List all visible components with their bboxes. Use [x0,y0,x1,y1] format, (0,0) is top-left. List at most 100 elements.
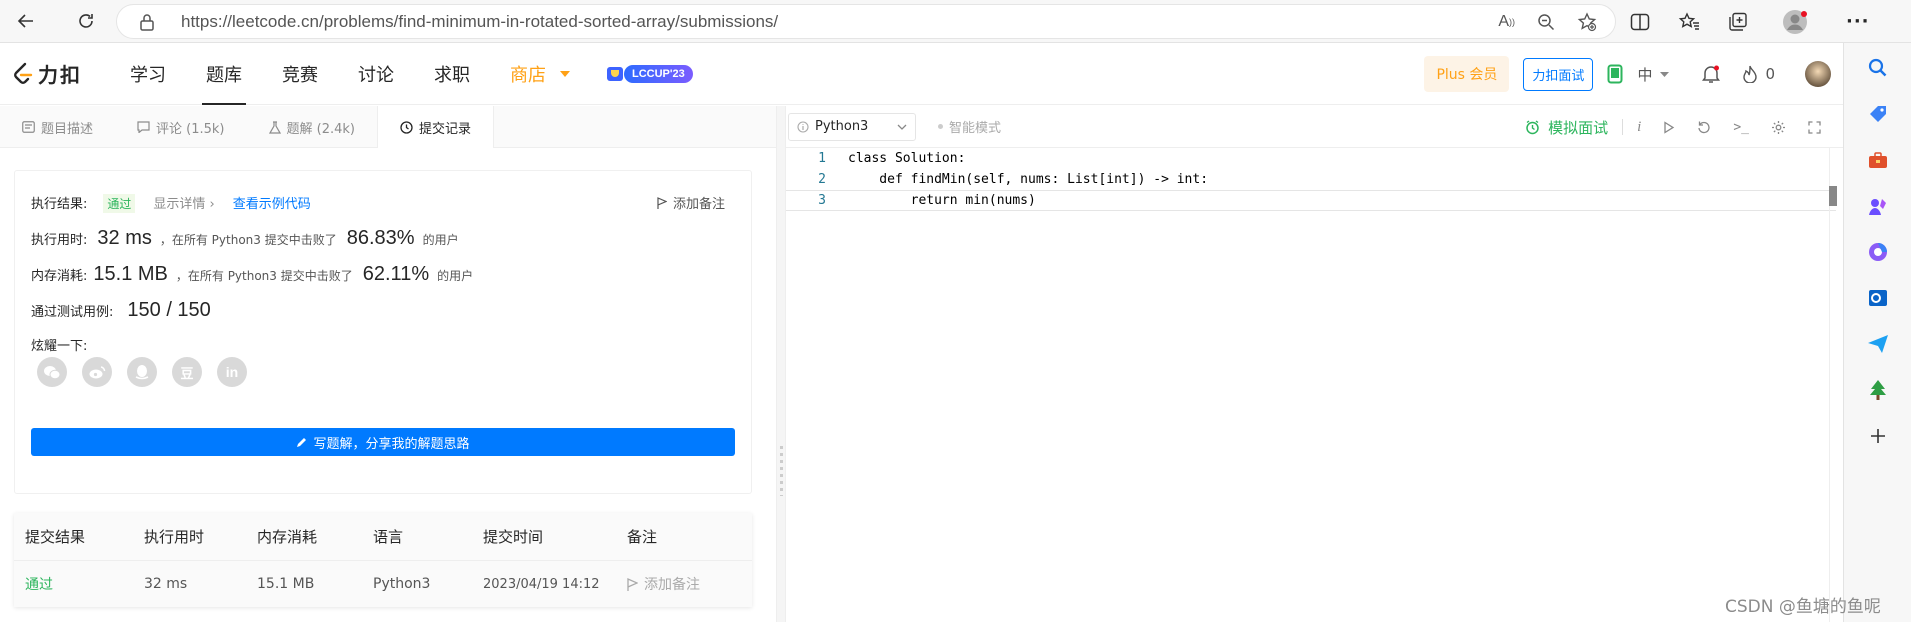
smart-mode-toggle[interactable]: 智能模式 [938,117,1001,136]
split-screen-icon[interactable] [1630,13,1650,31]
panel-splitter[interactable] [776,106,786,622]
code-text[interactable]: def findMin(self, nums: List[int]) -> in… [848,172,1208,187]
user-avatar[interactable] [1805,61,1831,87]
add-icon[interactable] [1865,423,1891,449]
scrollbar-thumb[interactable] [1829,186,1837,206]
submissions-table: 提交结果 执行用时 内存消耗 语言 提交时间 备注 通过 32 ms 15.1 … [14,513,752,607]
nav-contest[interactable]: 竞赛 [262,43,338,105]
tab-submissions[interactable]: 提交记录 [376,106,494,148]
tab-solutions-label: 题解 (2.4k) [286,121,355,137]
search-icon[interactable] [1865,55,1891,81]
chevron-down-icon [897,124,907,130]
fullscreen-icon[interactable] [1808,120,1821,134]
douban-icon[interactable]: 豆 [172,357,202,387]
nav-jobs[interactable]: 求职 [414,43,490,105]
code-text[interactable]: return min(nums) [848,193,1036,208]
nav-learn[interactable]: 学习 [110,43,186,105]
nav-store[interactable]: 商店 [490,43,590,105]
browser-sidebar [1843,43,1911,622]
runtime-users-suffix: 的用户 [422,233,459,247]
collections-icon[interactable] [1728,12,1748,32]
tab-comments[interactable]: 评论 (1.5k) [115,106,246,148]
streak-counter[interactable]: 0 [1743,65,1775,83]
nav-discuss[interactable]: 讨论 [338,43,414,105]
back-button[interactable] [6,0,46,43]
memory-percent: 62.11% [362,263,430,285]
run-icon[interactable] [1663,120,1675,134]
qq-icon[interactable] [127,357,157,387]
info-italic-icon[interactable]: i [1637,119,1641,136]
notification-bell-icon[interactable] [1701,64,1721,84]
linkedin-icon[interactable]: in [217,357,247,387]
favorites-icon[interactable] [1678,11,1700,32]
row-time: 2023/04/19 14:12 [483,576,600,592]
share-icons: 豆 in [37,357,247,387]
row-memory: 15.1 MB [257,576,315,592]
reset-icon[interactable] [1697,120,1711,134]
code-line-current[interactable]: 3 return min(nums) [786,190,1836,211]
read-aloud-icon[interactable]: A)) [1498,13,1515,31]
table-row[interactable]: 通过 32 ms 15.1 MB Python3 2023/04/19 14:1… [14,560,752,607]
console-icon[interactable]: >_ [1733,120,1749,135]
plus-member-button[interactable]: Plus 会员 [1424,56,1510,92]
add-note-button[interactable]: 添加备注 [657,193,725,212]
row-status[interactable]: 通过 [14,574,144,594]
col-status-header: 提交结果 [25,528,86,546]
more-options-icon[interactable]: ··· [1846,11,1870,32]
memory-beat-text: ，在所有 Python3 提交中击败了 [175,269,353,283]
profile-icon[interactable] [1782,9,1808,35]
tests-value: 150 / 150 [127,299,211,321]
show-details-link[interactable]: 显示详情 › [153,193,214,212]
tree-icon[interactable] [1865,377,1891,403]
lccup-banner[interactable]: LCCUP'23 [606,64,693,83]
example-code-link[interactable]: 查看示例代码 [233,193,311,212]
copilot-icon[interactable] [1865,239,1891,265]
add-favorite-icon[interactable] [1577,11,1597,32]
line-number: 1 [818,151,826,166]
mobile-app-icon[interactable] [1607,64,1623,84]
line-number: 3 [818,193,826,208]
mock-interview-button[interactable]: 模拟面试 [1525,117,1608,138]
back-arrow-icon [17,14,33,28]
result-label: 执行结果: [31,197,88,212]
leetcode-logo-icon [14,62,33,84]
lock-icon[interactable] [139,13,165,31]
refresh-button[interactable] [66,0,106,43]
tab-submissions-label: 提交记录 [418,121,471,137]
wechat-icon[interactable] [37,357,67,387]
leetcode-logo[interactable]: 力扣 [12,59,82,88]
fire-icon [1743,65,1758,83]
nav-problemset[interactable]: 题库 [186,43,262,105]
runtime-label: 执行用时: [31,233,88,248]
submission-result-card: 执行结果: 通过 显示详情 › 查看示例代码 添加备注 执行用时: 32 ms … [14,170,752,494]
code-editor[interactable]: 1 class Solution: 2 def findMin(self, nu… [786,148,1843,622]
weibo-icon[interactable] [82,357,112,387]
outlook-icon[interactable] [1865,285,1891,311]
interview-button[interactable]: 力扣面试 [1523,57,1594,91]
language-select[interactable]: Python3 [788,112,916,141]
code-line[interactable]: 1 class Solution: [786,148,1836,169]
splitter-handle[interactable] [780,446,783,496]
address-bar[interactable]: https://leetcode.cn/problems/find-minimu… [116,4,1616,39]
zoom-out-icon[interactable] [1537,13,1555,31]
editor-scrollbar[interactable] [1829,148,1843,622]
url-text[interactable]: https://leetcode.cn/problems/find-minimu… [181,12,778,32]
language-switch[interactable]: 中 [1637,64,1670,85]
result-row: 执行结果: 通过 显示详情 › 查看示例代码 [31,193,311,213]
send-icon[interactable] [1865,331,1891,357]
editor-toolbar: Python3 智能模式 模拟面试 i >_ [786,106,1843,148]
code-text[interactable]: class Solution: [848,151,965,166]
site-header: 力扣 学习 题库 竞赛 讨论 求职 商店 LCCUP'23 Plus 会员 力扣… [0,43,1843,105]
shopping-tag-icon[interactable] [1865,101,1891,127]
games-icon[interactable] [1865,193,1891,219]
row-add-note-button[interactable]: 添加备注 [627,574,752,594]
tab-solutions[interactable]: 题解 (2.4k) [247,106,377,148]
toolbox-icon[interactable] [1865,147,1891,173]
tab-description[interactable]: 题目描述 [0,106,115,148]
col-memory-header: 内存消耗 [257,528,318,546]
mock-interview-label: 模拟面试 [1548,118,1609,137]
code-line[interactable]: 2 def findMin(self, nums: List[int]) -> … [786,169,1836,190]
settings-icon[interactable] [1771,120,1786,135]
write-solution-button[interactable]: 写题解，分享我的解题思路 [31,428,735,456]
info-icon [797,120,809,133]
